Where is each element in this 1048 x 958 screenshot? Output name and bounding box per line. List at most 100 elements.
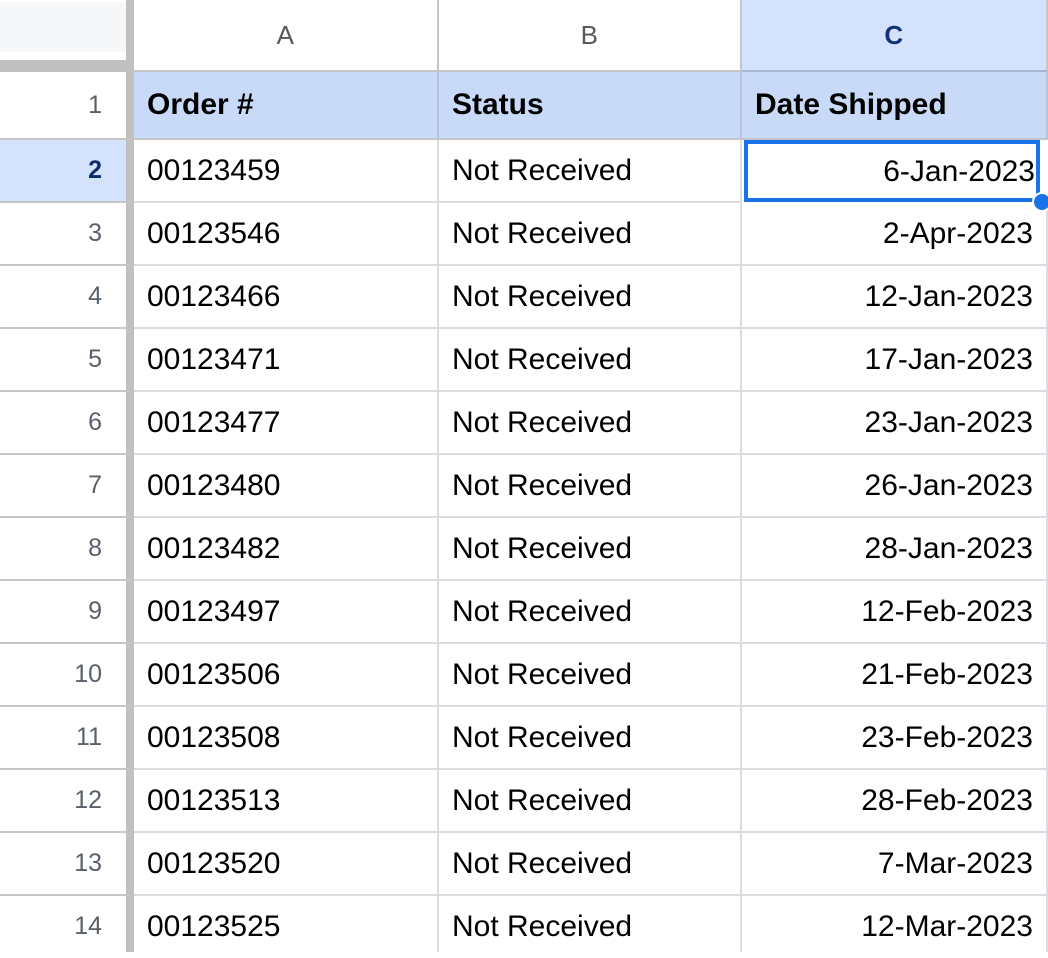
cell-b3-text: Not Received xyxy=(452,216,633,250)
cell-b1[interactable]: Status xyxy=(439,72,742,140)
cell-b10[interactable]: Not Received xyxy=(439,644,742,707)
cell-c12-text: 28-Feb-2023 xyxy=(861,783,1033,817)
table-row: 3 00123546 Not Received 2-Apr-2023 xyxy=(0,203,1048,266)
cell-b4[interactable]: Not Received xyxy=(439,266,742,329)
table-row: 5 00123471 Not Received 17-Jan-2023 xyxy=(0,329,1048,392)
cell-b7-text: Not Received xyxy=(452,468,633,502)
cell-a6[interactable]: 00123477 xyxy=(134,392,439,455)
cell-a11-text: 00123508 xyxy=(147,720,281,754)
cell-b11[interactable]: Not Received xyxy=(439,707,742,770)
row-header-3-label: 3 xyxy=(88,219,102,247)
row-header-2[interactable]: 2 xyxy=(0,140,134,203)
cell-a3-text: 00123546 xyxy=(147,216,281,250)
corner-box-fill xyxy=(0,2,126,52)
cell-a10[interactable]: 00123506 xyxy=(134,644,439,707)
row-header-1-label: 1 xyxy=(88,90,102,119)
cell-a1-text: Order # xyxy=(147,88,254,121)
row-header-12-label: 12 xyxy=(74,786,102,814)
cell-a8[interactable]: 00123482 xyxy=(134,518,439,581)
row-header-3[interactable]: 3 xyxy=(0,203,134,266)
column-header-c[interactable]: C xyxy=(742,0,1048,72)
row-header-7-label: 7 xyxy=(88,471,102,499)
row-header-12[interactable]: 12 xyxy=(0,770,134,833)
cell-a4[interactable]: 00123466 xyxy=(134,266,439,329)
cell-c14-text: 12-Mar-2023 xyxy=(861,909,1033,943)
cell-c1[interactable]: Date Shipped xyxy=(742,72,1048,140)
cell-b8[interactable]: Not Received xyxy=(439,518,742,581)
row-header-8[interactable]: 8 xyxy=(0,518,134,581)
cell-b3[interactable]: Not Received xyxy=(439,203,742,266)
row-header-4[interactable]: 4 xyxy=(0,266,134,329)
cell-b8-text: Not Received xyxy=(452,531,633,565)
cell-c6-text: 23-Jan-2023 xyxy=(864,405,1033,439)
cell-b5[interactable]: Not Received xyxy=(439,329,742,392)
cell-c8-text: 28-Jan-2023 xyxy=(864,531,1033,565)
cell-c8[interactable]: 28-Jan-2023 xyxy=(742,518,1048,581)
column-header-b[interactable]: B xyxy=(439,0,742,72)
cell-c9[interactable]: 12-Feb-2023 xyxy=(742,581,1048,644)
cell-b12[interactable]: Not Received xyxy=(439,770,742,833)
cell-a6-text: 00123477 xyxy=(147,405,281,439)
cell-b7[interactable]: Not Received xyxy=(439,455,742,518)
column-header-a[interactable]: A xyxy=(134,0,439,72)
column-header-c-label: C xyxy=(884,19,904,50)
row-header-10-label: 10 xyxy=(74,660,102,688)
row-header-11[interactable]: 11 xyxy=(0,707,134,770)
cell-c9-text: 12-Feb-2023 xyxy=(861,594,1033,628)
row-header-2-label: 2 xyxy=(88,156,102,184)
row-header-13[interactable]: 13 xyxy=(0,833,134,896)
row-header-5[interactable]: 5 xyxy=(0,329,134,392)
cell-c3[interactable]: 2-Apr-2023 xyxy=(742,203,1048,266)
table-row: 2 00123459 Not Received 6-Jan-2023 xyxy=(0,140,1048,203)
cell-a7[interactable]: 00123480 xyxy=(134,455,439,518)
cell-c4[interactable]: 12-Jan-2023 xyxy=(742,266,1048,329)
cell-a5-text: 00123471 xyxy=(147,342,281,376)
cell-c2[interactable]: 6-Jan-2023 xyxy=(742,140,1048,203)
cell-b6-text: Not Received xyxy=(452,405,633,439)
cell-a12[interactable]: 00123513 xyxy=(134,770,439,833)
cell-a2[interactable]: 00123459 xyxy=(134,140,439,203)
cell-b9[interactable]: Not Received xyxy=(439,581,742,644)
table-row: 1 Order # Status Date Shipped xyxy=(0,72,1048,140)
row-header-8-label: 8 xyxy=(88,534,102,562)
cell-c13[interactable]: 7-Mar-2023 xyxy=(742,833,1048,896)
cell-b14[interactable]: Not Received xyxy=(439,896,742,958)
row-header-1[interactable]: 1 xyxy=(0,72,134,140)
cell-a4-text: 00123466 xyxy=(147,279,281,313)
cell-b2-text: Not Received xyxy=(452,153,633,187)
cell-b4-text: Not Received xyxy=(452,279,633,313)
cell-a14[interactable]: 00123525 xyxy=(134,896,439,958)
cell-b12-text: Not Received xyxy=(452,783,633,817)
row-header-7[interactable]: 7 xyxy=(0,455,134,518)
cell-a13[interactable]: 00123520 xyxy=(134,833,439,896)
row-header-6-label: 6 xyxy=(88,408,102,436)
row-header-10[interactable]: 10 xyxy=(0,644,134,707)
cell-c11[interactable]: 23-Feb-2023 xyxy=(742,707,1048,770)
select-all-corner-box[interactable] xyxy=(0,0,134,72)
cell-c7-text: 26-Jan-2023 xyxy=(864,468,1033,502)
cell-a9[interactable]: 00123497 xyxy=(134,581,439,644)
cell-b2[interactable]: Not Received xyxy=(439,140,742,203)
cell-a5[interactable]: 00123471 xyxy=(134,329,439,392)
cell-b10-text: Not Received xyxy=(452,657,633,691)
cell-c6[interactable]: 23-Jan-2023 xyxy=(742,392,1048,455)
cell-b5-text: Not Received xyxy=(452,342,633,376)
cell-a1[interactable]: Order # xyxy=(134,72,439,140)
row-header-9[interactable]: 9 xyxy=(0,581,134,644)
cell-c10-text: 21-Feb-2023 xyxy=(861,657,1033,691)
cell-b6[interactable]: Not Received xyxy=(439,392,742,455)
cell-b13-text: Not Received xyxy=(452,846,633,880)
cell-c5[interactable]: 17-Jan-2023 xyxy=(742,329,1048,392)
cell-c14[interactable]: 12-Mar-2023 xyxy=(742,896,1048,958)
cell-a11[interactable]: 00123508 xyxy=(134,707,439,770)
row-header-11-label: 11 xyxy=(76,723,102,751)
cell-c7[interactable]: 26-Jan-2023 xyxy=(742,455,1048,518)
cell-c13-text: 7-Mar-2023 xyxy=(877,846,1033,880)
cell-a3[interactable]: 00123546 xyxy=(134,203,439,266)
row-header-14[interactable]: 14 xyxy=(0,896,134,958)
row-header-6[interactable]: 6 xyxy=(0,392,134,455)
cell-c12[interactable]: 28-Feb-2023 xyxy=(742,770,1048,833)
row-header-9-label: 9 xyxy=(88,597,102,625)
cell-c10[interactable]: 21-Feb-2023 xyxy=(742,644,1048,707)
cell-b13[interactable]: Not Received xyxy=(439,833,742,896)
